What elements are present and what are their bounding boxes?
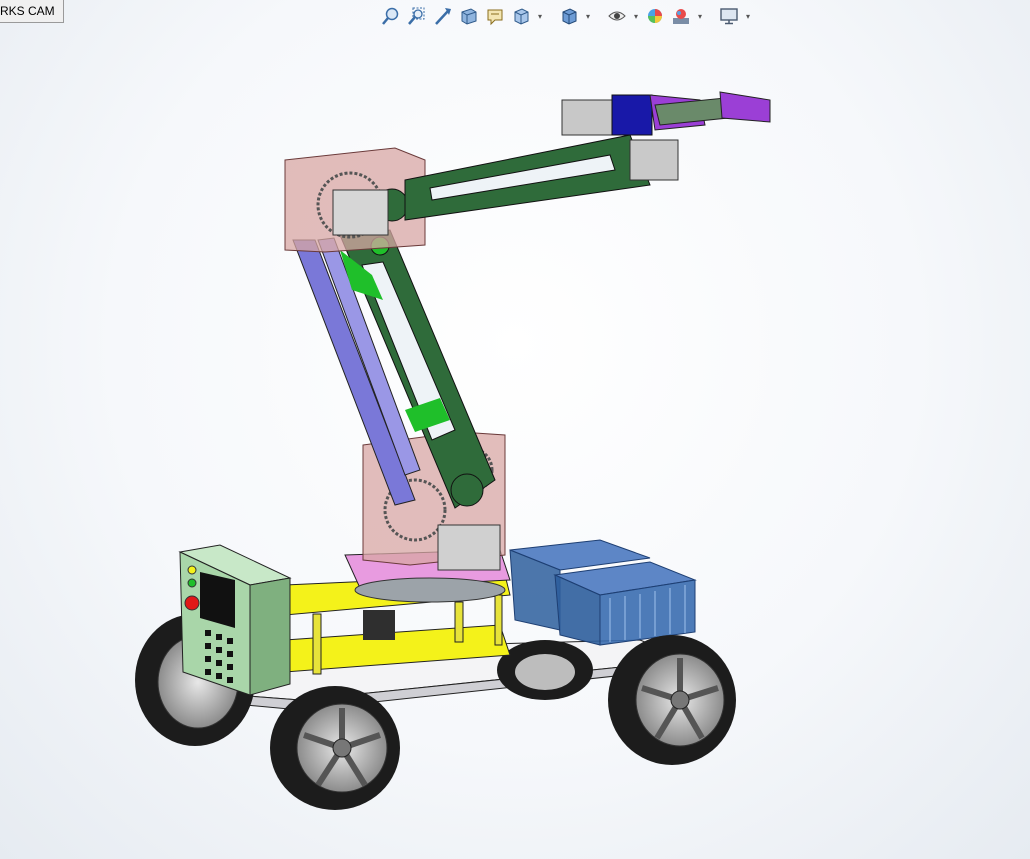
wheel-front-right <box>608 635 736 765</box>
green-forearm <box>404 134 679 221</box>
wheel-front-left <box>270 686 400 810</box>
robot-assembly-model[interactable] <box>0 0 1030 859</box>
storage-crate-front <box>553 561 697 646</box>
gripper <box>561 91 771 136</box>
wheel-back-right <box>497 640 593 700</box>
upper-shoulder-housing <box>284 147 426 253</box>
control-box <box>178 544 292 696</box>
